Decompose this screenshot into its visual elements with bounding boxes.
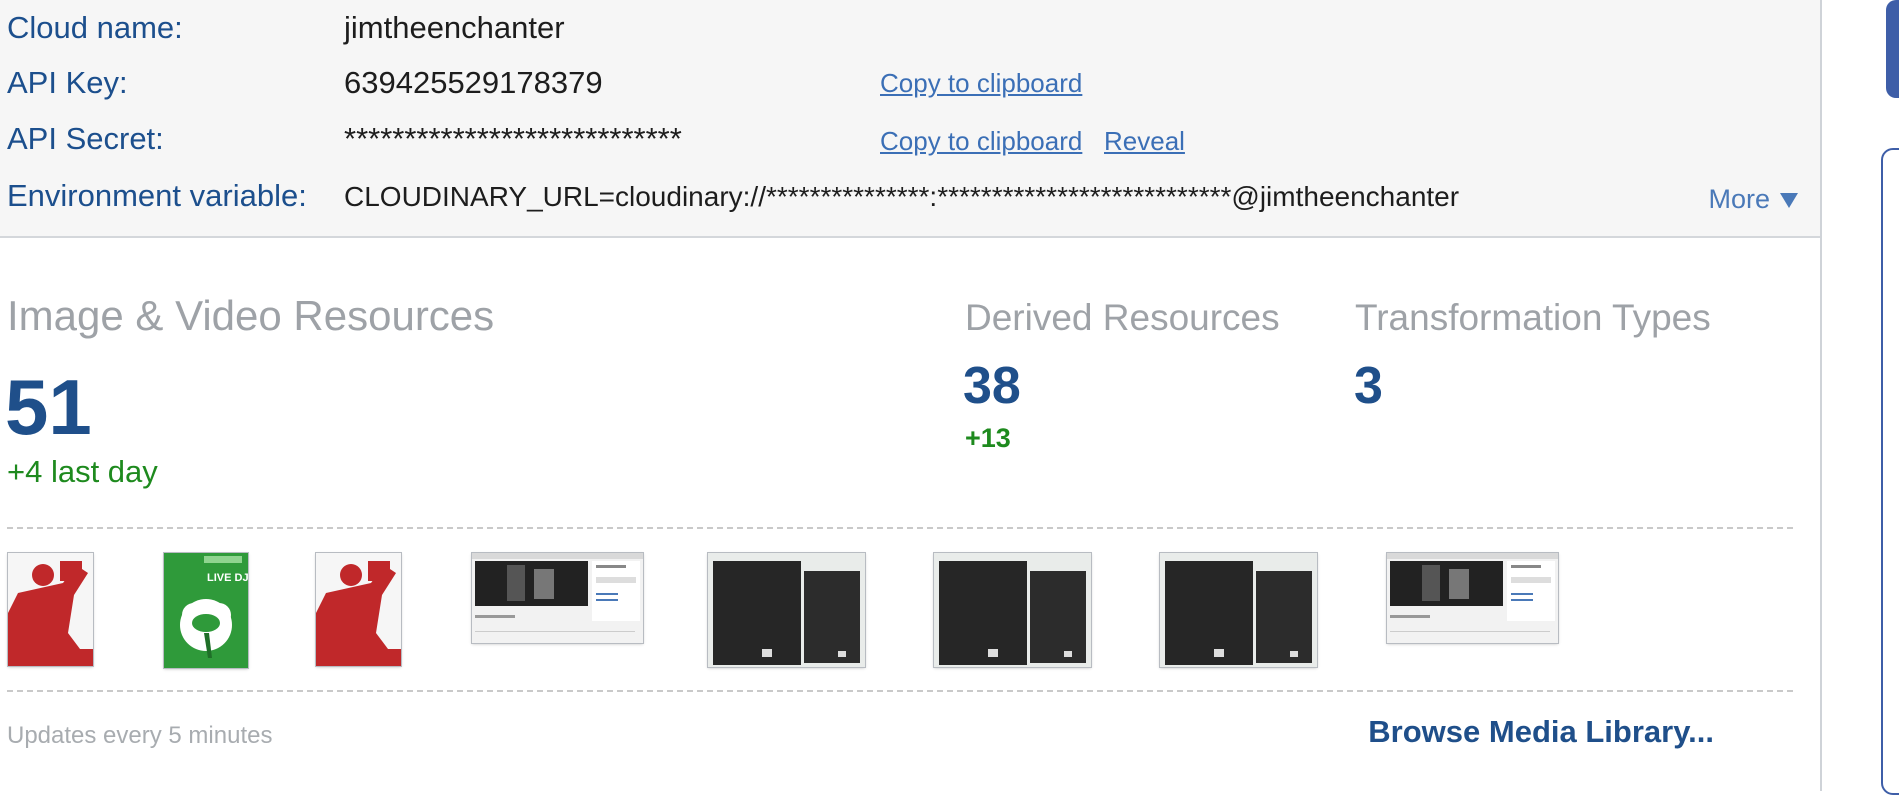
speakers-image bbox=[708, 553, 865, 667]
browse-media-library-link[interactable]: Browse Media Library... bbox=[1368, 714, 1714, 750]
thumbnail-2[interactable]: LIVE DJ'S bbox=[164, 553, 248, 668]
green-poster-image: LIVE DJ'S bbox=[164, 553, 248, 668]
thumbnail-3[interactable] bbox=[316, 553, 401, 666]
speakers-image bbox=[934, 553, 1091, 667]
derived-count: 38 bbox=[963, 357, 1021, 415]
api-key-value: 639425529178379 bbox=[344, 65, 603, 100]
env-var-value: CLOUDINARY_URL=cloudinary://************… bbox=[344, 181, 1460, 212]
api-secret-row: API Secret: ****************************… bbox=[0, 121, 1820, 161]
api-key-row: API Key: 639425529178379 Copy to clipboa… bbox=[0, 65, 1820, 105]
dashboard-panel: Cloud name: jimtheenchanter API Key: 639… bbox=[0, 0, 1822, 791]
caret-down-icon bbox=[1780, 193, 1798, 209]
cloud-name-value: jimtheenchanter bbox=[344, 10, 565, 45]
red-figure-image bbox=[8, 553, 93, 666]
resources-count: 51 bbox=[5, 363, 92, 451]
reveal-secret-link[interactable]: Reveal bbox=[1104, 126, 1185, 157]
thumbnail-4[interactable] bbox=[472, 553, 643, 643]
speakers-image bbox=[1160, 553, 1317, 667]
derived-title: Derived Resources bbox=[965, 297, 1280, 338]
thumbnail-7[interactable] bbox=[1160, 553, 1317, 667]
derived-delta: +13 bbox=[965, 423, 1011, 453]
env-var-label: Environment variable: bbox=[7, 178, 307, 213]
side-panel bbox=[1881, 148, 1899, 795]
resources-title: Image & Video Resources bbox=[7, 292, 495, 339]
api-secret-label: API Secret: bbox=[7, 121, 164, 156]
cloud-name-label: Cloud name: bbox=[7, 10, 183, 45]
divider bbox=[7, 690, 1793, 692]
red-figure-image bbox=[316, 553, 401, 666]
divider bbox=[7, 527, 1793, 529]
more-label: More bbox=[1708, 184, 1770, 214]
api-secret-value: **************************** bbox=[344, 121, 682, 156]
thumbnail-1[interactable] bbox=[8, 553, 93, 666]
thumbnail-8[interactable] bbox=[1387, 553, 1558, 643]
cloud-name-row: Cloud name: jimtheenchanter bbox=[0, 10, 1820, 50]
side-tab[interactable] bbox=[1886, 0, 1899, 98]
api-key-label: API Key: bbox=[7, 65, 128, 100]
copy-api-secret-link[interactable]: Copy to clipboard bbox=[880, 126, 1082, 157]
poster-headline: LIVE DJ'S bbox=[207, 572, 248, 584]
update-note: Updates every 5 minutes bbox=[7, 722, 273, 749]
account-details: Cloud name: jimtheenchanter API Key: 639… bbox=[0, 0, 1820, 238]
webpage-screenshot-image bbox=[472, 553, 643, 643]
transformations-count: 3 bbox=[1354, 357, 1383, 415]
webpage-screenshot-image bbox=[1387, 553, 1558, 643]
thumbnail-5[interactable] bbox=[708, 553, 865, 667]
copy-api-key-link[interactable]: Copy to clipboard bbox=[880, 68, 1082, 99]
env-var-row: Environment variable: CLOUDINARY_URL=clo… bbox=[0, 178, 1820, 218]
thumbnail-6[interactable] bbox=[934, 553, 1091, 667]
more-toggle[interactable]: More bbox=[1708, 184, 1798, 215]
transformations-title: Transformation Types bbox=[1355, 297, 1711, 338]
resources-delta: +4 last day bbox=[7, 454, 158, 489]
